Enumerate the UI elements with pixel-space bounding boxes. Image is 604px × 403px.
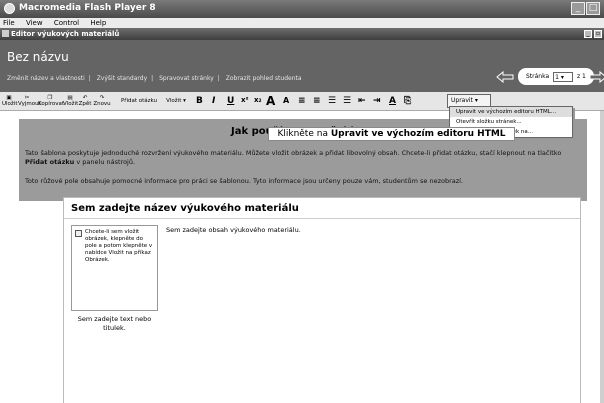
page-total: z 1 <box>577 73 586 80</box>
menu-bar: File View Control Help <box>0 18 604 28</box>
document-icon <box>2 30 9 37</box>
help-paragraph-2: Toto růžové pole obsahuje pomocné inform… <box>25 177 464 185</box>
window-title: Macromedia Flash Player 8 <box>19 3 156 13</box>
link-raise-standards[interactable]: Zvýšit standardy <box>97 75 147 82</box>
menu-view[interactable]: View <box>26 19 43 27</box>
save-button[interactable]: ▣ Uložit <box>2 95 18 107</box>
italic-button[interactable]: I <box>212 96 215 106</box>
app-window: Macromedia Flash Player 8 _ □ File View … <box>0 0 604 403</box>
image-placeholder[interactable]: Chcete-li sem vložit obrázek, klepněte d… <box>71 225 158 311</box>
copy-button[interactable]: ❐ Kopírovat <box>38 95 64 107</box>
flash-player-icon <box>4 3 15 14</box>
menu-help[interactable]: Help <box>90 19 106 27</box>
document-titlebar: Editor výukových materiálů _ ▫ <box>0 28 604 40</box>
minimize-button[interactable]: _ <box>571 2 585 15</box>
cut-button[interactable]: ✂ Vyjmout <box>18 95 41 107</box>
superscript-button[interactable]: x² <box>241 96 249 104</box>
instruction-tooltip: Klikněte na Upravit ve výchozím editoru … <box>268 127 515 141</box>
doc-restore-button[interactable]: ▫ <box>594 30 602 38</box>
header-links: Změnit název a vlastnosti | Zvýšit standa… <box>7 75 302 82</box>
caption-text[interactable]: Sem zadejte text nebo titulek. <box>71 315 158 333</box>
menu-control[interactable]: Control <box>54 19 79 27</box>
vertical-scrollbar[interactable] <box>600 111 604 403</box>
doc-minimize-button[interactable]: _ <box>584 30 592 38</box>
image-icon <box>75 230 82 237</box>
bullet-list-button[interactable]: ☰ <box>343 96 351 106</box>
menu-edit-in-default-editor[interactable]: Upravit ve výchozím editoru HTML... <box>450 107 572 117</box>
window-titlebar: Macromedia Flash Player 8 _ □ <box>0 0 604 18</box>
bold-button[interactable]: B <box>196 96 203 106</box>
image-hint: Chcete-li sem vložit obrázek, klepněte d… <box>85 229 153 263</box>
page-title: Bez názvu <box>7 50 69 64</box>
help-paragraph-1: Tato šablona poskytuje jednoduché rozvrž… <box>25 149 562 166</box>
redo-button[interactable]: ↷ Znovu <box>93 95 111 107</box>
page-select[interactable]: 1 ▾ <box>553 71 574 82</box>
next-page-icon[interactable] <box>589 71 604 83</box>
prev-page-icon[interactable] <box>496 71 514 83</box>
align-left-button[interactable]: ≡ <box>298 96 306 106</box>
page-label: Stránka <box>526 73 550 80</box>
increase-font-button[interactable]: A <box>266 94 275 108</box>
add-question-ref: Přidat otázku <box>25 158 75 166</box>
subscript-button[interactable]: x₂ <box>254 96 262 104</box>
menu-file[interactable]: File <box>3 19 15 27</box>
hyperlink-icon[interactable]: ⎘ <box>404 96 411 106</box>
menu-open-pages-folder[interactable]: Otevřít složku stránek... <box>450 117 572 127</box>
link-change-title[interactable]: Změnit název a vlastnosti <box>7 75 85 82</box>
maximize-button[interactable]: □ <box>586 2 600 15</box>
decrease-font-button[interactable]: A <box>283 96 289 105</box>
paste-button[interactable]: ▤ Vložit <box>63 95 78 107</box>
document-title: Editor výukových materiálů <box>11 30 120 38</box>
outdent-button[interactable]: ⇤ <box>358 96 366 106</box>
page-navigator: Stránka 1 ▾ z 1 <box>518 68 594 85</box>
content-body[interactable]: Sem zadejte obsah výukového materiálu. <box>166 226 301 234</box>
add-question-button[interactable]: Přidat otázku <box>116 98 162 104</box>
numbered-list-button[interactable]: ☰ <box>328 96 336 106</box>
indent-button[interactable]: ⇥ <box>373 96 381 106</box>
font-color-button[interactable]: A <box>389 96 396 106</box>
insert-menu-button[interactable]: Vložit ▾ <box>165 98 187 104</box>
title-divider <box>64 218 580 219</box>
link-student-view[interactable]: Zobrazit pohled studenta <box>226 75 302 82</box>
align-center-button[interactable]: ≡ <box>313 96 321 106</box>
editor-area: Jak používat tuto šablonu Tato šablona p… <box>0 111 600 403</box>
undo-button[interactable]: ↶ Zpět <box>78 95 92 107</box>
material-title[interactable]: Sem zadejte název výukového materiálu <box>71 203 299 214</box>
content-card: Sem zadejte název výukového materiálu Ch… <box>63 197 581 403</box>
underline-button[interactable]: U <box>227 96 234 106</box>
link-manage-pages[interactable]: Spravovat stránky <box>159 75 214 82</box>
page-header: Bez názvu Změnit název a vlastnosti | Zvý… <box>0 40 604 92</box>
